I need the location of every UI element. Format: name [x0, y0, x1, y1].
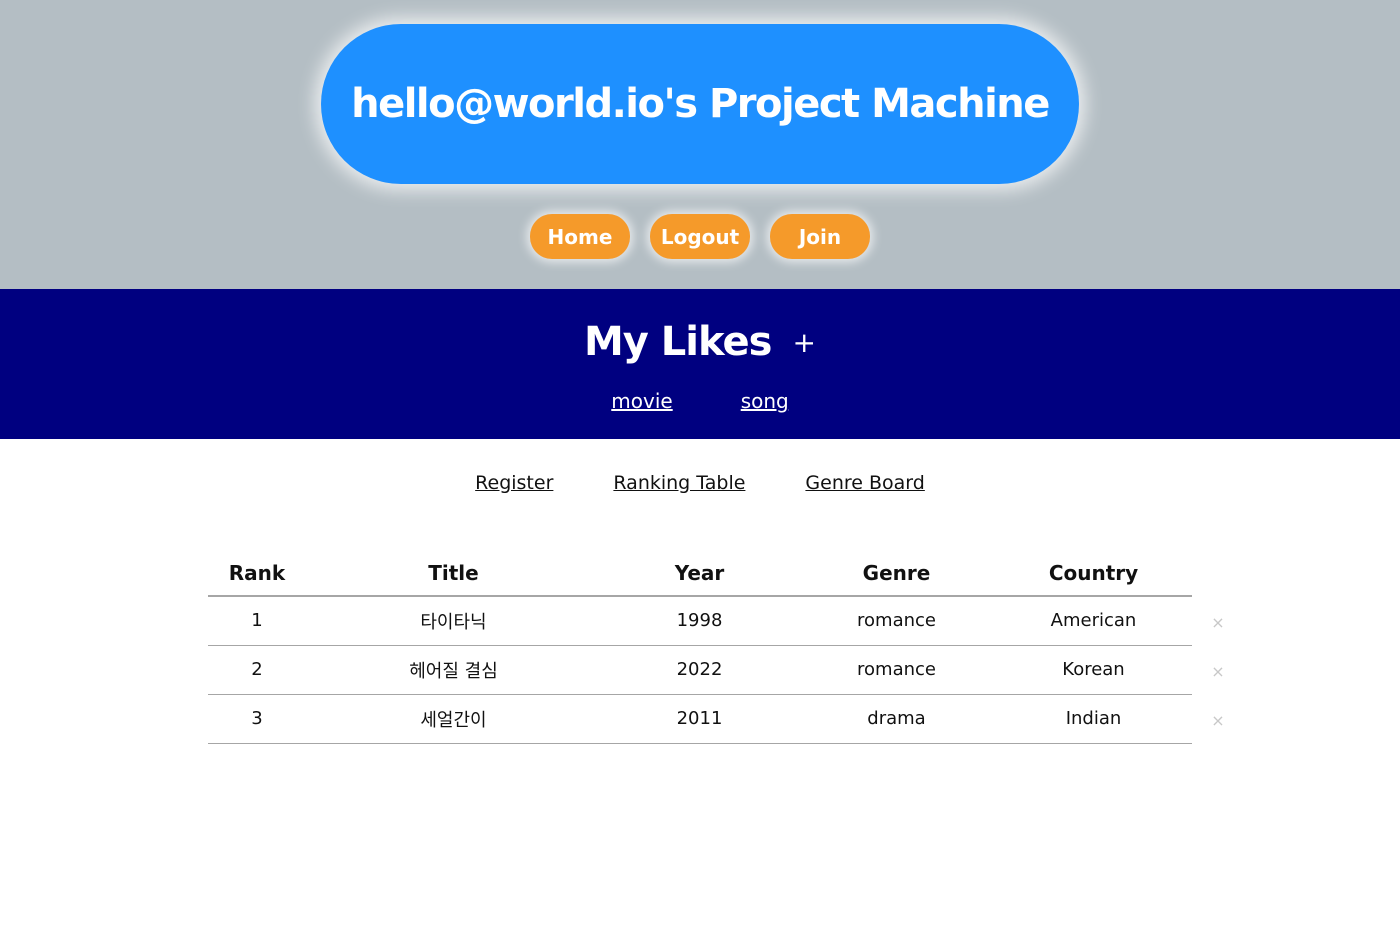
header-section: hello@world.io's Project Machine Home Lo… — [0, 0, 1400, 289]
join-button[interactable]: Join — [770, 214, 870, 259]
delete-row-button[interactable]: × — [1206, 696, 1230, 745]
ranking-table: Rank Title Year Genre Country 1 타이타닉 199… — [208, 550, 1192, 744]
genre-board-link[interactable]: Genre Board — [805, 472, 924, 494]
table-row: 3 세얼간이 2011 drama Indian — [208, 694, 1192, 744]
genre-cell: drama — [798, 694, 995, 744]
genre-cell: romance — [798, 645, 995, 695]
year-cell: 1998 — [601, 596, 798, 646]
rank-cell: 2 — [208, 645, 306, 695]
ranking-table-link[interactable]: Ranking Table — [613, 472, 745, 494]
category-links: movie song — [0, 389, 1400, 413]
title-cell: 세얼간이 — [306, 694, 601, 744]
column-header-year: Year — [601, 550, 798, 597]
column-header-title: Title — [306, 550, 601, 597]
country-cell: Korean — [995, 645, 1192, 695]
country-cell: Indian — [995, 694, 1192, 744]
delete-buttons: × × × — [1206, 598, 1230, 745]
movie-category-link[interactable]: movie — [611, 389, 672, 413]
table-row: 1 타이타닉 1998 romance American — [208, 596, 1192, 646]
song-category-link[interactable]: song — [741, 389, 789, 413]
register-link[interactable]: Register — [475, 472, 553, 494]
column-header-genre: Genre — [798, 550, 995, 597]
main-nav: Home Logout Join — [0, 214, 1400, 259]
rank-cell: 1 — [208, 596, 306, 646]
table-row: 2 헤어질 결심 2022 romance Korean — [208, 645, 1192, 695]
delete-row-button[interactable]: × — [1206, 598, 1230, 647]
year-cell: 2022 — [601, 645, 798, 695]
country-cell: American — [995, 596, 1192, 646]
title-cell: 헤어질 결심 — [306, 645, 601, 695]
site-title: hello@world.io's Project Machine — [351, 81, 1050, 127]
sub-nav: Register Ranking Table Genre Board — [0, 472, 1400, 494]
logout-button[interactable]: Logout — [650, 214, 750, 259]
delete-row-button[interactable]: × — [1206, 647, 1230, 696]
site-title-banner: hello@world.io's Project Machine — [321, 24, 1079, 184]
title-cell: 타이타닉 — [306, 596, 601, 646]
home-button[interactable]: Home — [530, 214, 630, 259]
column-header-rank: Rank — [208, 550, 306, 597]
likes-heading: My Likes — [583, 319, 772, 365]
genre-cell: romance — [798, 596, 995, 646]
table-header-row: Rank Title Year Genre Country — [208, 550, 1192, 597]
add-like-button[interactable]: + — [793, 326, 816, 359]
likes-section: My Likes + movie song — [0, 289, 1400, 439]
column-header-country: Country — [995, 550, 1192, 597]
year-cell: 2011 — [601, 694, 798, 744]
rank-cell: 3 — [208, 694, 306, 744]
